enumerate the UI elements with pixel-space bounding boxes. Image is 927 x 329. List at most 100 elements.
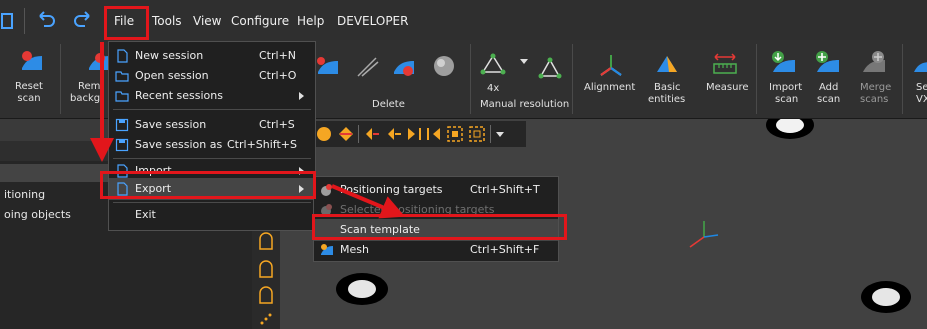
menu-item-recent-sessions[interactable]: Recent sessions bbox=[109, 85, 315, 107]
ribbon-divider bbox=[902, 44, 903, 114]
save-icon bbox=[115, 118, 129, 132]
menu-item-shortcut: Ctrl+S bbox=[259, 118, 295, 131]
folder-icon bbox=[115, 71, 129, 82]
undo-icon[interactable] bbox=[36, 10, 58, 32]
menu-item-open-session[interactable]: Open session Ctrl+O bbox=[109, 65, 315, 87]
menu-item-label: New session bbox=[135, 49, 204, 62]
highlight-export-item bbox=[100, 171, 316, 199]
highlight-file-menu bbox=[104, 6, 149, 40]
basic-entities-button[interactable]: Basic entities bbox=[646, 46, 686, 114]
delete-selection-icon[interactable] bbox=[392, 54, 416, 78]
select-targets-icon[interactable] bbox=[364, 126, 380, 142]
remove-background-button[interactable]: Rem backg bbox=[66, 46, 109, 114]
mesh-icon bbox=[321, 244, 333, 255]
menu-item-label: Open session bbox=[135, 69, 209, 82]
panel-item-positioning[interactable]: itioning bbox=[4, 188, 45, 201]
basic-entities-label-2: entities bbox=[648, 94, 686, 105]
menu-tools[interactable]: Tools bbox=[152, 14, 182, 28]
import-scan-label-2: scan bbox=[775, 94, 799, 105]
remove-background-label-2: backg bbox=[70, 93, 101, 104]
basic-entities-icon bbox=[657, 56, 677, 72]
reset-scan-label-1: Reset bbox=[15, 81, 43, 92]
ribbon-divider bbox=[572, 44, 573, 114]
invert-selection-icon[interactable] bbox=[406, 126, 422, 142]
menu-item-exit[interactable]: Exit bbox=[109, 204, 315, 226]
tool-shape-icon[interactable] bbox=[258, 231, 274, 251]
deselect-targets-icon[interactable] bbox=[386, 126, 402, 142]
menu-item-mesh[interactable]: Mesh Ctrl+Shift+F bbox=[314, 239, 558, 261]
reset-scan-button[interactable]: Reset scan bbox=[2, 46, 56, 114]
resolution-dropdown-icon[interactable] bbox=[520, 59, 528, 64]
save-as-icon bbox=[115, 138, 129, 152]
new-file-icon bbox=[117, 49, 128, 63]
menu-item-shortcut: Ctrl+Shift+F bbox=[470, 243, 540, 256]
resolution-icon[interactable] bbox=[480, 50, 506, 76]
side-tool-strip bbox=[252, 219, 280, 329]
add-scan-label-1: Add bbox=[819, 82, 839, 93]
menu-item-positioning-targets[interactable]: Positioning targets Ctrl+Shift+T bbox=[314, 179, 558, 201]
redo-icon[interactable] bbox=[71, 10, 93, 32]
tool-shape-icon[interactable] bbox=[258, 285, 274, 305]
add-scan-icon bbox=[816, 51, 839, 72]
viewport-toolbar bbox=[312, 121, 526, 147]
divider bbox=[24, 8, 25, 34]
ribbon-divider bbox=[470, 44, 471, 114]
box-select-icon[interactable] bbox=[446, 125, 464, 143]
merge-scans-icon bbox=[863, 51, 885, 72]
target-icon[interactable] bbox=[338, 126, 354, 142]
menu-item-label: Save session bbox=[135, 118, 207, 131]
app-icon[interactable] bbox=[0, 10, 22, 32]
alignment-button[interactable]: Alignment bbox=[580, 46, 642, 114]
menu-item-label: Save session as bbox=[135, 138, 223, 151]
positioning-target bbox=[766, 119, 814, 139]
merge-scans-button: Merge scans bbox=[852, 46, 896, 114]
toolbar-dropdown-icon[interactable] bbox=[496, 132, 504, 137]
menu-view[interactable]: View bbox=[193, 14, 221, 28]
resolution-triangle-icon[interactable] bbox=[538, 56, 562, 80]
menu-configure[interactable]: Configure bbox=[231, 14, 289, 28]
reset-scan-icon bbox=[22, 51, 42, 70]
delete-scan-icon[interactable] bbox=[316, 54, 340, 78]
select-all-icon[interactable] bbox=[426, 126, 442, 142]
ruler-icon bbox=[713, 53, 737, 74]
add-scan-label-2: scan bbox=[817, 94, 841, 105]
reset-scan-label-2: scan bbox=[17, 93, 41, 104]
add-scan-button[interactable]: Add scan bbox=[806, 46, 846, 114]
import-scan-button[interactable]: Import scan bbox=[762, 46, 802, 114]
axis-gizmo-icon bbox=[689, 221, 719, 248]
tool-dots-icon[interactable] bbox=[258, 311, 274, 327]
manual-resolution-label: Manual resolution bbox=[480, 99, 570, 110]
truncated-label-2: VX bbox=[916, 94, 927, 105]
resolution-value: 4x bbox=[487, 83, 500, 94]
menu-item-new-session[interactable]: New session Ctrl+N bbox=[109, 45, 315, 67]
positioning-target bbox=[336, 273, 388, 305]
measure-label: Measure bbox=[706, 82, 749, 93]
file-menu: New session Ctrl+N Open session Ctrl+O R… bbox=[108, 41, 316, 231]
menu-item-shortcut: Ctrl+Shift+T bbox=[470, 183, 540, 196]
ribbon-divider bbox=[60, 44, 61, 114]
positioning-targets-icon bbox=[321, 184, 332, 196]
delete-line-icon[interactable] bbox=[356, 54, 380, 78]
truncated-ribbon-button[interactable]: Se VX bbox=[908, 46, 927, 114]
box-deselect-icon[interactable] bbox=[468, 125, 486, 143]
menu-separator bbox=[113, 202, 311, 203]
divider bbox=[490, 125, 491, 143]
submenu-arrow-icon bbox=[299, 92, 304, 100]
menu-item-shortcut: Ctrl+N bbox=[259, 49, 297, 62]
alignment-icon bbox=[600, 55, 622, 76]
measure-button[interactable]: Measure bbox=[702, 46, 749, 114]
menu-item-label: Exit bbox=[135, 208, 156, 221]
merge-scans-label-1: Merge bbox=[860, 82, 892, 93]
delete-sphere-icon[interactable] bbox=[432, 54, 456, 78]
tool-shape-icon[interactable] bbox=[258, 259, 274, 279]
menu-help[interactable]: Help bbox=[297, 14, 324, 28]
menu-separator bbox=[113, 158, 311, 159]
sphere-icon[interactable] bbox=[316, 126, 332, 142]
menu-item-save-session-as[interactable]: Save session as Ctrl+Shift+S bbox=[109, 134, 315, 156]
menu-developer[interactable]: DEVELOPER bbox=[337, 14, 408, 28]
highlight-scan-template bbox=[312, 214, 567, 240]
panel-item-objects[interactable]: oing objects bbox=[4, 208, 71, 221]
positioning-target bbox=[861, 281, 911, 313]
menu-item-save-session[interactable]: Save session Ctrl+S bbox=[109, 114, 315, 136]
import-scan-label-1: Import bbox=[769, 82, 803, 93]
